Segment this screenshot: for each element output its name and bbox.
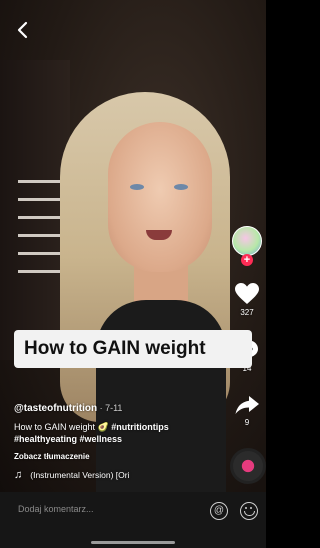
back-arrow-icon <box>17 21 28 39</box>
like-count: 327 <box>240 308 254 317</box>
description-text: How to GAIN weight 🥑 <box>14 422 109 432</box>
music-disc[interactable] <box>230 448 266 484</box>
tiktok-video-screen: + 327 14 9 How to GAIN weight @tasteofnu… <box>0 0 266 548</box>
post-date: · 7-11 <box>99 403 123 413</box>
music-track-label: (Instrumental Version) [Ori <box>30 470 130 480</box>
share-button[interactable]: 9 <box>230 394 264 427</box>
home-indicator <box>91 541 175 544</box>
creator-avatar[interactable] <box>232 226 262 256</box>
hashtag-line-1[interactable]: #nutritiontips <box>111 422 169 432</box>
right-eye <box>174 184 188 190</box>
post-description: How to GAIN weight 🥑 #nutritiontips #hea… <box>14 421 224 445</box>
creator-username[interactable]: @tasteofnutrition <box>14 403 97 414</box>
comment-bar: Dodaj komentarz... @ <box>0 492 266 548</box>
heart-icon <box>235 283 259 304</box>
comment-input[interactable]: Dodaj komentarz... <box>18 504 94 514</box>
like-button[interactable]: 327 <box>230 282 264 317</box>
video-text-overlay: How to GAIN weight <box>14 330 252 368</box>
mouth <box>146 230 172 240</box>
music-note-icon: ♫ <box>14 469 23 481</box>
person-face <box>108 122 212 272</box>
follow-button[interactable]: + <box>241 254 253 266</box>
see-translation-link[interactable]: Zobacz tłumaczenie <box>14 451 224 463</box>
left-eye <box>130 184 144 190</box>
music-track[interactable]: ♫ (Instrumental Version) [Ori <box>14 469 224 481</box>
share-count: 9 <box>244 418 250 427</box>
at-mention-icon[interactable]: @ <box>210 502 228 520</box>
emoji-icon[interactable] <box>240 502 258 520</box>
hashtag-line-2[interactable]: #healthyeating #wellness <box>14 434 122 444</box>
back-button[interactable] <box>14 20 32 40</box>
share-icon <box>235 396 259 414</box>
post-info: @tasteofnutrition · 7-11 How to GAIN wei… <box>14 402 224 481</box>
